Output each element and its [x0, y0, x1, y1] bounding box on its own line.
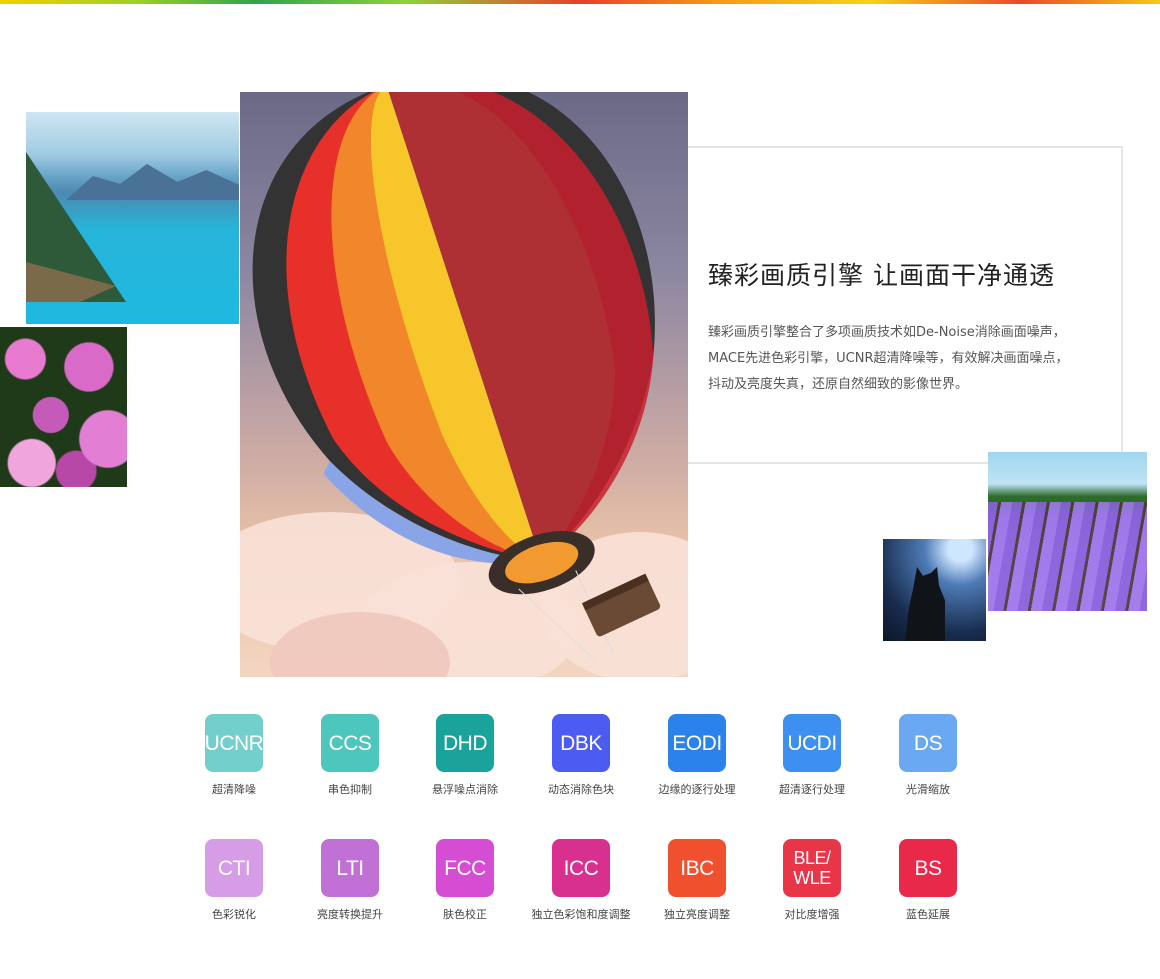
panel-desc-line: 臻彩画质引擎整合了多项画质技术如De-Noise消除画面噪声， [708, 325, 1066, 340]
feature-eodi: EODI 边缘的逐行处理 [639, 714, 755, 814]
feature-ccs: CCS 串色抑制 [292, 714, 408, 814]
feature-label: 超清降噪 [212, 783, 256, 796]
feature-intro-panel: 臻彩画质引擎 让画面干净通透 臻彩画质引擎整合了多项画质技术如De-Noise消… [688, 146, 1123, 464]
feature-badge: BLE/ WLE [783, 839, 841, 897]
feature-badge: CTI [205, 839, 263, 897]
feature-label: 肤色校正 [443, 908, 487, 921]
lavender-field-photo [988, 452, 1147, 611]
feature-ibc: IBC 独立亮度调整 [639, 839, 755, 939]
feature-fcc: FCC 肤色校正 [407, 839, 523, 939]
feature-label: 独立亮度调整 [664, 908, 730, 921]
balloon-graphic [252, 92, 661, 660]
feature-badge: DS [899, 714, 957, 772]
feature-badge: UCNR [205, 714, 264, 772]
flowers-photo [0, 327, 127, 487]
top-color-strip [0, 0, 1160, 4]
panel-title: 臻彩画质引擎 让画面干净通透 [708, 261, 1055, 290]
cat-photo [883, 539, 986, 641]
feature-badge: LTI [321, 839, 379, 897]
feature-ds: DS 光滑缩放 [870, 714, 986, 814]
cat-silhouette [905, 567, 945, 641]
feature-label: 动态消除色块 [548, 783, 614, 796]
feature-badge: CCS [321, 714, 379, 772]
feature-icc: ICC 独立色彩饱和度调整 [523, 839, 639, 939]
hot-air-balloon-photo [240, 92, 688, 677]
feature-badge: DBK [552, 714, 610, 772]
feature-label: 独立色彩饱和度调整 [531, 908, 631, 921]
feature-ble-wle: BLE/ WLE 对比度增强 [754, 839, 870, 939]
panel-desc-line: MACE先进色彩引擎，UCNR超清降噪等，有效解决画面噪点， [708, 351, 1069, 366]
feature-ucnr: UCNR 超清降噪 [176, 714, 292, 814]
feature-ucdi: UCDI 超清逐行处理 [754, 714, 870, 814]
feature-badge: ICC [552, 839, 610, 897]
feature-cti: CTI 色彩锐化 [176, 839, 292, 939]
feature-label: 悬浮噪点消除 [432, 783, 498, 796]
feature-label: 色彩锐化 [212, 908, 256, 921]
feature-label: 光滑缩放 [906, 783, 950, 796]
feature-badge: IBC [668, 839, 726, 897]
feature-label: 超清逐行处理 [779, 783, 845, 796]
panel-description: 臻彩画质引擎整合了多项画质技术如De-Noise消除画面噪声， MACE先进色彩… [708, 320, 1108, 398]
feature-label: 亮度转换提升 [317, 908, 383, 921]
feature-badge: DHD [436, 714, 494, 772]
lavender-rows [988, 502, 1147, 611]
feature-label: 蓝色延展 [906, 908, 950, 921]
feature-label: 对比度增强 [784, 908, 840, 921]
lake-photo [26, 112, 239, 324]
feature-label: 边缘的逐行处理 [658, 783, 736, 796]
feature-label: 串色抑制 [328, 783, 372, 796]
feature-dhd: DHD 悬浮噪点消除 [407, 714, 523, 814]
feature-bs: BS 蓝色延展 [870, 839, 986, 939]
feature-badge: FCC [436, 839, 494, 897]
panel-desc-line: 抖动及亮度失真，还原自然细致的影像世界。 [708, 377, 969, 392]
feature-lti: LTI 亮度转换提升 [292, 839, 408, 939]
feature-badge: BS [899, 839, 957, 897]
feature-badge: EODI [668, 714, 726, 772]
feature-badge: UCDI [783, 714, 841, 772]
feature-dbk: DBK 动态消除色块 [523, 714, 639, 814]
